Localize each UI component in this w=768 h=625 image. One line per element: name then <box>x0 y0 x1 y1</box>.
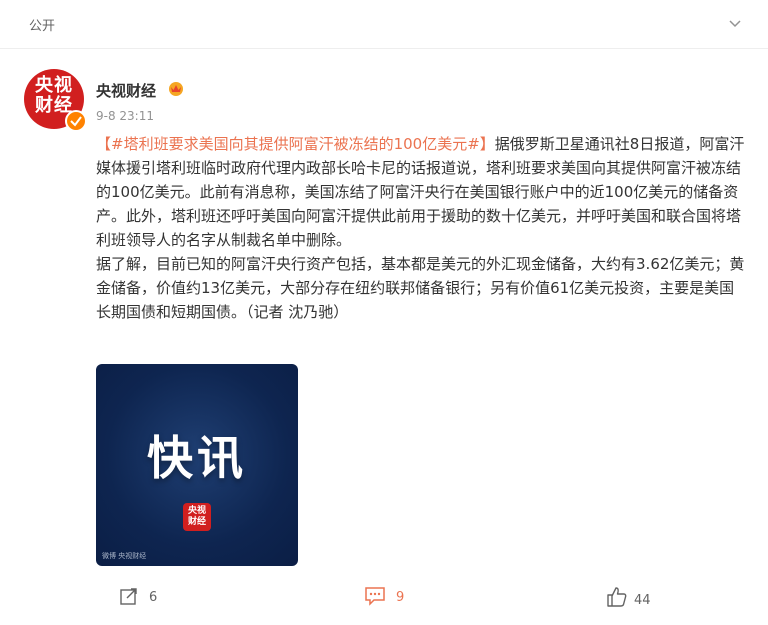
post-text: 【#塔利班要求美国向其提供阿富汗被冻结的100亿美元#】据俄罗斯卫星通讯社8日报… <box>96 132 746 324</box>
action-bar: 6 9 44 <box>0 580 768 620</box>
like-count: 44 <box>634 593 651 608</box>
vip-crown-icon <box>169 82 183 96</box>
verified-badge-icon <box>65 110 87 132</box>
comment-icon <box>365 587 385 606</box>
image-brand-logo: 央视 财经 <box>183 503 211 531</box>
hashtag-link[interactable]: 【#塔利班要求美国向其提供阿富汗被冻结的100亿美元#】 <box>96 135 495 153</box>
visibility-label: 公开 <box>29 19 56 34</box>
repost-icon <box>120 588 137 605</box>
post-header-bar: 公开 <box>0 0 768 49</box>
chevron-down-icon[interactable] <box>729 18 741 30</box>
post-timestamp[interactable]: 9-8 23:11 <box>96 109 154 123</box>
comment-count: 9 <box>396 590 405 605</box>
weibo-post-card: 公开 央视 财经 央视财经 9-8 23:11 【#塔利班要求美国向其提供阿富汗… <box>0 0 768 625</box>
post-body-paragraph-2: 据了解，目前已知的阿富汗央行资产包括，基本都是美元的外汇现金储备，大约有3.62… <box>96 255 745 321</box>
image-watermark: 微博 央视财经 <box>102 552 147 560</box>
thumbs-up-icon <box>607 587 627 607</box>
author-name[interactable]: 央视财经 <box>96 80 156 101</box>
repost-count: 6 <box>149 590 158 605</box>
image-title: 快讯 <box>147 431 247 485</box>
post-image[interactable]: 快讯 央视 财经 微博 央视财经 <box>96 364 298 566</box>
